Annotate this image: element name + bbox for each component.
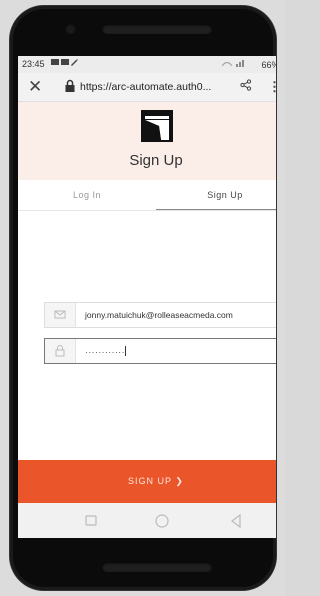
close-icon[interactable]: ✕ [28, 77, 42, 97]
android-nav-bar [18, 503, 276, 538]
device-frame: 23:45 66% [0, 0, 286, 596]
email-field[interactable]: jonny.matuichuk@rolleaseacmeda.com [44, 302, 276, 328]
brand-logo [141, 110, 173, 142]
browser-url-bar: ✕ https://arc-automate.auth0... ⋮ [18, 73, 276, 102]
back-icon[interactable] [226, 511, 246, 531]
battery-indicator: 66% [261, 59, 276, 70]
phone-screen: 23:45 66% [18, 56, 276, 538]
phone-body: 23:45 66% [10, 6, 276, 590]
top-speaker [102, 24, 212, 34]
email-icon-box [45, 303, 76, 327]
recent-apps-icon[interactable] [81, 511, 101, 531]
home-icon[interactable] [152, 511, 172, 531]
status-bar: 23:45 66% [18, 56, 276, 73]
notification-icons [51, 58, 79, 69]
password-mask: ············ [85, 347, 125, 357]
share-icon[interactable] [240, 79, 252, 91]
envelope-icon [54, 310, 66, 319]
bottom-speaker [102, 562, 212, 572]
padlock-icon [55, 345, 65, 357]
signal-icon [220, 58, 250, 70]
tab-sign-up[interactable]: Sign Up [156, 180, 276, 210]
url-text[interactable]: https://arc-automate.auth0... [80, 81, 211, 93]
more-vert-icon[interactable]: ⋮ [268, 79, 276, 95]
status-time: 23:45 [22, 59, 45, 69]
battery-percent: 66% [261, 60, 276, 70]
page-header: Sign Up [18, 102, 276, 180]
page-title: Sign Up [129, 152, 183, 169]
front-camera [65, 23, 76, 34]
auth-tabs: Log In Sign Up [18, 180, 276, 211]
email-value: jonny.matuichuk@rolleaseacmeda.com [85, 310, 233, 320]
password-icon-box [45, 339, 76, 363]
password-field[interactable]: ············ [44, 338, 276, 364]
text-caret [124, 346, 126, 356]
sign-up-button[interactable]: SIGN UP ❯ [18, 460, 276, 503]
password-value: ············ [85, 346, 126, 357]
tab-log-in[interactable]: Log In [18, 180, 156, 210]
lock-icon [65, 79, 75, 92]
notification-icons-svg [51, 59, 78, 66]
